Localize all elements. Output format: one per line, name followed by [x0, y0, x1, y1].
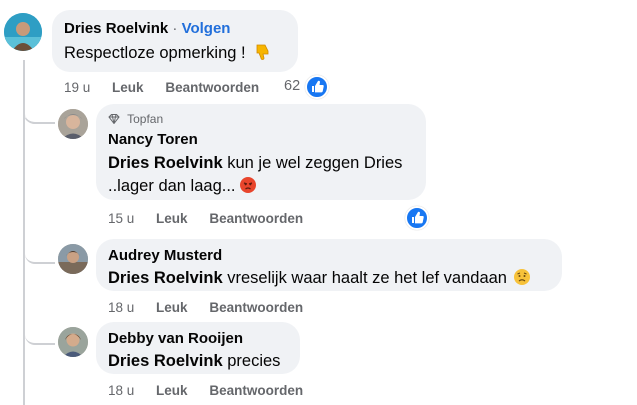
diamond-icon: [108, 113, 120, 127]
comment-text: Respectloze opmerking !: [64, 44, 246, 62]
avatar[interactable]: [4, 13, 42, 51]
reply-bubble: Debby van Rooijen Dries Roelvink precies: [96, 322, 300, 374]
thread-connector: [25, 250, 55, 264]
angry-face-icon: [240, 177, 257, 193]
avatar-image: [58, 244, 88, 274]
like-button[interactable]: Leuk: [112, 80, 144, 95]
reply-text: vreselijk waar haalt ze het lef vandaan: [222, 269, 507, 287]
comment-author[interactable]: Dries Roelvink: [64, 20, 168, 37]
reaction-count[interactable]: 62: [284, 78, 300, 94]
thumbs-down-icon: [254, 43, 272, 67]
reply-bubble: Topfan Nancy Toren Dries Roelvink kun je…: [96, 104, 426, 200]
reply-text: kun je wel zeggen Dries: [222, 154, 403, 172]
like-button[interactable]: Leuk: [156, 300, 188, 315]
avatar-image: [58, 109, 88, 139]
reply-author[interactable]: Audrey Musterd: [108, 247, 222, 264]
avatar-image: [4, 13, 42, 51]
like-reaction-icon[interactable]: [405, 206, 429, 230]
comment-bubble: Dries Roelvink · Volgen Respectloze opme…: [52, 10, 298, 72]
reply-button[interactable]: Beantwoorden: [209, 383, 303, 398]
reply-time[interactable]: 18 u: [108, 383, 134, 398]
reply-time[interactable]: 15 u: [108, 211, 134, 226]
avatar-image: [58, 327, 88, 357]
reply-author[interactable]: Debby van Rooijen: [108, 330, 243, 347]
like-button[interactable]: Leuk: [156, 211, 188, 226]
mention-link[interactable]: Dries Roelvink: [108, 269, 223, 287]
topfan-badge: Topfan: [127, 112, 164, 126]
like-button[interactable]: Leuk: [156, 383, 188, 398]
reply-button[interactable]: Beantwoorden: [209, 211, 303, 226]
reply-bubble: Audrey Musterd Dries Roelvink vreselijk …: [96, 239, 562, 291]
thread-connector: [25, 331, 55, 345]
follow-button[interactable]: Volgen: [182, 20, 231, 37]
thread-connector: [25, 110, 55, 124]
reply-time[interactable]: 18 u: [108, 300, 134, 315]
mention-link[interactable]: Dries Roelvink: [108, 154, 223, 172]
avatar[interactable]: [58, 327, 88, 357]
reply-text: precies: [222, 352, 281, 370]
comment-time[interactable]: 19 u: [64, 80, 90, 95]
avatar[interactable]: [58, 244, 88, 274]
reply-button[interactable]: Beantwoorden: [165, 80, 259, 95]
sad-face-icon: [513, 269, 530, 285]
like-reaction-icon[interactable]: [305, 75, 329, 99]
separator-dot: ·: [172, 20, 178, 37]
reply-author[interactable]: Nancy Toren: [108, 131, 198, 148]
mention-link[interactable]: Dries Roelvink: [108, 352, 223, 370]
avatar[interactable]: [58, 109, 88, 139]
reply-button[interactable]: Beantwoorden: [209, 300, 303, 315]
reply-text-line2: ..lager dan laag...: [108, 177, 236, 195]
